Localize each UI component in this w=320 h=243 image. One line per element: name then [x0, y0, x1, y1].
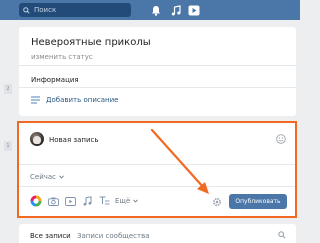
camera-icon[interactable]: [47, 195, 59, 207]
side-marker: 2: [4, 84, 12, 94]
music-note-icon[interactable]: [81, 195, 93, 207]
divider: [19, 186, 296, 187]
attachment-toolbar: Ещё: [30, 195, 139, 207]
smile-icon[interactable]: [276, 134, 286, 144]
publish-button[interactable]: Опубликовать: [229, 194, 287, 209]
divider: [19, 164, 296, 165]
search-box[interactable]: [19, 3, 131, 17]
top-bar: [0, 0, 300, 20]
info-section-title: Информация: [31, 76, 79, 84]
publish-time-select[interactable]: Сейчас: [30, 173, 64, 181]
edit-status-link[interactable]: изменить статус: [31, 53, 93, 61]
side-marker: 1: [4, 141, 12, 151]
music-icon[interactable]: [170, 4, 182, 16]
lines-icon: [31, 96, 40, 104]
chevron-down-icon: [59, 175, 64, 179]
divider: [19, 65, 296, 66]
divider: [19, 87, 296, 88]
bell-icon[interactable]: [150, 4, 162, 16]
publish-time-label: Сейчас: [30, 173, 57, 181]
tab-community-posts[interactable]: Записи сообщества: [77, 232, 150, 240]
search-icon: [23, 6, 30, 14]
profile-card: Невероятные приколы изменить статус Инфо…: [19, 27, 296, 116]
video-play-icon[interactable]: [188, 4, 200, 16]
wall-tabs: Все записи Записи сообщества: [19, 224, 296, 243]
post-composer: Новая запись Сейчас Ещё Опубликовать: [19, 122, 296, 217]
gear-icon[interactable]: [212, 197, 222, 207]
page-title: Невероятные приколы: [31, 37, 151, 48]
search-input[interactable]: [34, 6, 124, 14]
chevron-down-icon: [133, 199, 139, 203]
video-icon[interactable]: [64, 195, 76, 207]
new-post-input[interactable]: Новая запись: [49, 136, 99, 144]
search-icon[interactable]: [278, 231, 286, 239]
more-label: Ещё: [115, 197, 131, 205]
avatar: [30, 132, 44, 146]
tab-all-posts[interactable]: Все записи: [30, 232, 71, 240]
add-description-link[interactable]: Добавить описание: [31, 96, 118, 104]
add-description-label: Добавить описание: [46, 96, 119, 104]
text-format-icon[interactable]: [98, 195, 110, 207]
palette-icon[interactable]: [30, 195, 42, 207]
more-button[interactable]: Ещё: [115, 197, 139, 205]
